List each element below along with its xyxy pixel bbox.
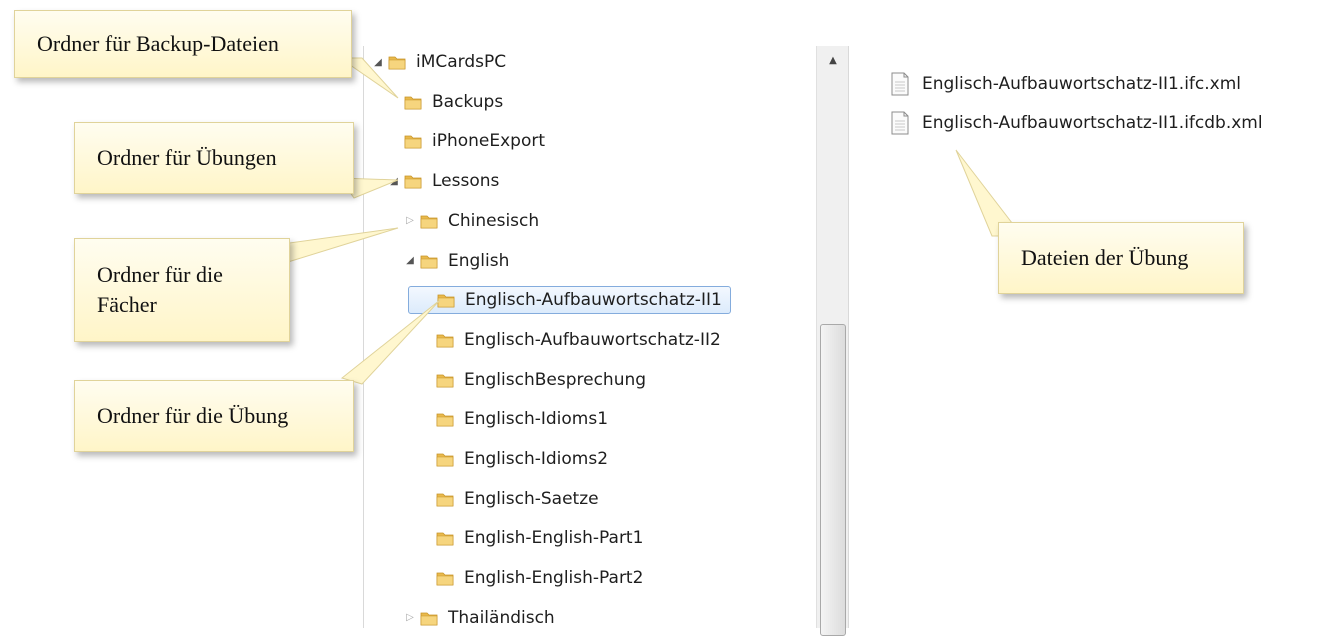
- callout-exercises-folder: Ordner für Übungen: [74, 122, 354, 194]
- callout-backup-text: Ordner für Backup-Dateien: [37, 31, 279, 56]
- pointer-faecher: [281, 227, 399, 263]
- callout-subjects-folder: Ordner für die Fächer: [74, 238, 290, 342]
- callout-subjects-text-line2: Fächer: [97, 292, 157, 317]
- callout-exercise-files: Dateien der Übung: [998, 222, 1244, 294]
- callout-exercise-files-text: Dateien der Übung: [1021, 245, 1189, 270]
- callout-exercise-text: Ordner für die Übung: [97, 403, 289, 428]
- callout-exercise-folder: Ordner für die Übung: [74, 380, 354, 452]
- callout-exercises-text: Ordner für Übungen: [97, 145, 277, 170]
- pointer-uebung: [340, 299, 441, 385]
- callout-subjects-text-line1: Ordner für die: [97, 262, 223, 287]
- callout-backup-folder: Ordner für Backup-Dateien: [14, 10, 352, 78]
